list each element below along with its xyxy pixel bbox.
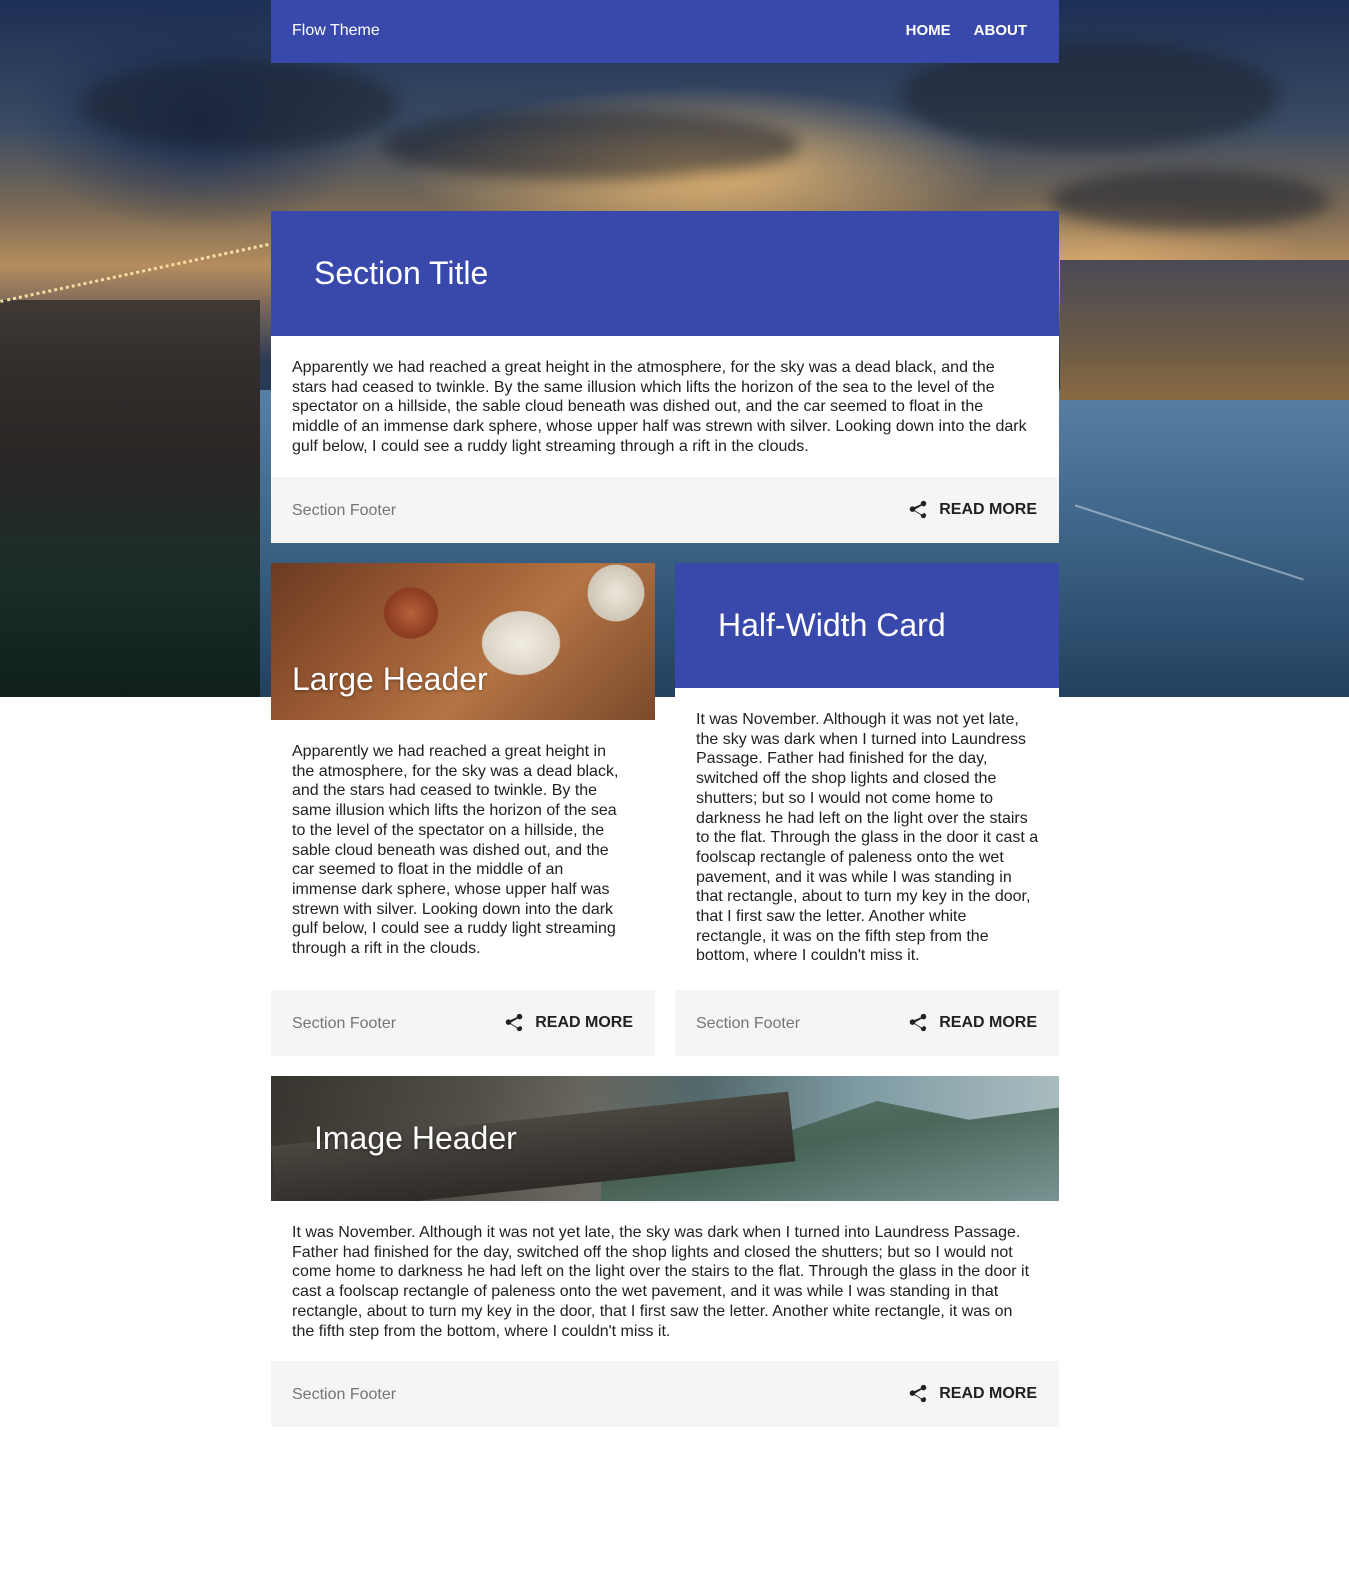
share-icon [505, 1013, 523, 1032]
share-icon [909, 1384, 927, 1403]
half-width-card-footer-label: Section Footer [696, 1015, 801, 1032]
nav-links: HOME ABOUT [906, 22, 1027, 39]
half-width-card-header: Half-Width Card [675, 563, 1059, 688]
image-header-card-body: It was November. Although it was not yet… [292, 1224, 1030, 1340]
share-icon [909, 1013, 927, 1032]
image-header-image: Image Header [271, 1076, 1059, 1201]
large-header-title: Large Header [292, 661, 488, 697]
read-more-label: READ MORE [535, 1014, 633, 1031]
image-header-title: Image Header [314, 1120, 517, 1156]
top-navbar: Flow Theme HOME ABOUT [271, 0, 1059, 63]
share-icon [909, 500, 927, 519]
image-header-card-read-more-button[interactable]: READ MORE [907, 1383, 1037, 1405]
nav-home-link[interactable]: HOME [906, 22, 951, 39]
section-card-body: Apparently we had reached a great height… [292, 359, 1027, 455]
half-width-card: Half-Width Card It was November. Althoug… [675, 563, 1059, 1056]
half-width-card-read-more-button[interactable]: READ MORE [907, 1012, 1037, 1034]
read-more-label: READ MORE [939, 501, 1037, 518]
section-card-header: Section Title [271, 211, 1059, 336]
section-card: Section Title Apparently we had reached … [271, 211, 1059, 543]
nav-about-link[interactable]: ABOUT [974, 22, 1027, 39]
large-header-image: Large Header [271, 563, 655, 720]
image-header-card-footer: Section Footer READ MORE [271, 1361, 1059, 1427]
large-header-card-body: Apparently we had reached a great height… [292, 743, 619, 958]
read-more-label: READ MORE [939, 1014, 1037, 1031]
brand-title[interactable]: Flow Theme [292, 22, 380, 40]
section-card-title: Section Title [314, 255, 489, 291]
image-header-card: Image Header It was November. Although i… [271, 1076, 1059, 1427]
large-header-card-footer: Section Footer READ MORE [271, 990, 655, 1056]
section-card-footer: Section Footer READ MORE [271, 477, 1059, 543]
section-card-read-more-button[interactable]: READ MORE [907, 499, 1037, 521]
half-width-card-body: It was November. Although it was not yet… [696, 711, 1039, 965]
section-card-footer-label: Section Footer [292, 502, 397, 519]
half-width-card-footer: Section Footer READ MORE [675, 990, 1059, 1056]
large-header-card: Large Header Apparently we had reached a… [271, 563, 655, 1056]
half-width-card-title: Half-Width Card [718, 607, 946, 643]
read-more-label: READ MORE [939, 1385, 1037, 1402]
image-header-card-footer-label: Section Footer [292, 1386, 397, 1403]
large-header-card-read-more-button[interactable]: READ MORE [503, 1012, 633, 1034]
large-header-card-footer-label: Section Footer [292, 1015, 397, 1032]
